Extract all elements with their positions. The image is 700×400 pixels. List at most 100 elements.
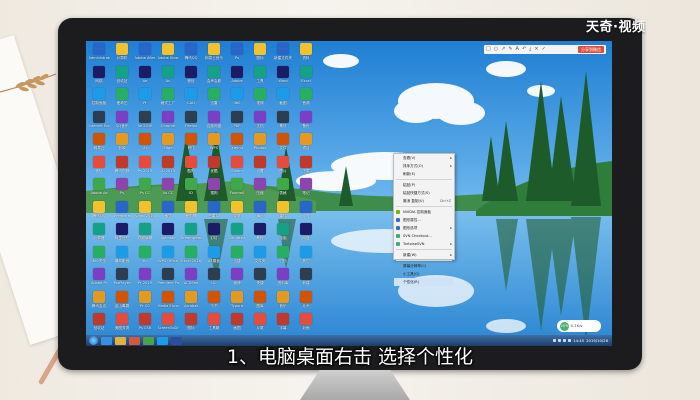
desktop-icon[interactable]: 腾讯会议: [88, 290, 110, 314]
desktop-icon[interactable]: 搜狗: [203, 178, 225, 201]
desktop-icon[interactable]: Firefox: [180, 110, 202, 134]
desktop-icon[interactable]: Adobe After Effects: [134, 43, 156, 66]
desktop-icon[interactable]: Animate: [157, 223, 179, 246]
context-menu-item[interactable]: NVIDIA 控制面板: [394, 208, 454, 216]
desktop-icon[interactable]: 迅捷: [226, 245, 248, 269]
desktop-icon[interactable]: Ae: [134, 65, 156, 89]
desktop-icon[interactable]: Au: [157, 65, 179, 89]
desktop-icon[interactable]: 视频: [249, 88, 271, 111]
desktop-icon[interactable]: 网易云: [88, 133, 110, 156]
desktop-icon[interactable]: 图片: [272, 155, 294, 179]
desktop-icon[interactable]: ACDSee: [180, 268, 202, 291]
desktop-icon[interactable]: Administrator: [88, 43, 110, 66]
desktop-icon[interactable]: Dreamweaver: [180, 223, 202, 246]
desktop-icon[interactable]: ScreenToGif: [157, 313, 179, 336]
context-menu-item[interactable]: 个性化(R): [394, 278, 454, 286]
desktop-icon[interactable]: Ps: [111, 178, 133, 201]
context-menu-item[interactable]: TortoiseSVN ▸: [394, 240, 454, 248]
desktop-icon[interactable]: Ps CS6: [134, 313, 156, 336]
context-menu-item[interactable]: SVN Checkout...: [394, 232, 454, 240]
desktop-icon[interactable]: 美图秀秀: [111, 313, 133, 336]
desktop-icon[interactable]: 网络: [88, 65, 110, 89]
desktop-icon[interactable]: 资料库: [272, 268, 294, 291]
desktop-icon[interactable]: 封面: [295, 313, 317, 336]
desktop-icon[interactable]: 网盘: [295, 223, 317, 246]
circle-tool-icon[interactable]: ○: [494, 45, 498, 54]
desktop-icon[interactable]: 文件: [272, 133, 294, 156]
desktop-icon[interactable]: UC: [203, 268, 225, 291]
desktop-icon[interactable]: 微信: [180, 65, 202, 89]
context-menu-item[interactable]: 查看(V) ▸: [394, 154, 454, 162]
desktop-icon[interactable]: 360: [226, 88, 248, 111]
desktop-icon[interactable]: 新建: [295, 268, 317, 291]
desktop-icon[interactable]: 音频: [295, 88, 317, 111]
desktop-icon[interactable]: Acrobat: [180, 290, 202, 314]
desktop-icon[interactable]: 爱剪辑: [180, 200, 202, 224]
context-menu-item[interactable]: 粘贴快捷方式(S): [394, 189, 454, 197]
save-icon[interactable]: ⤓: [529, 45, 531, 54]
desktop-icon[interactable]: 计算器: [88, 223, 110, 246]
desktop-icon[interactable]: QQ音乐: [111, 110, 133, 134]
desktop-icon[interactable]: 备份: [295, 110, 317, 134]
desktop-icon[interactable]: WPS: [203, 133, 225, 156]
desktop-icon[interactable]: 微博: [226, 268, 248, 291]
desktop-icon[interactable]: 回收站: [111, 65, 133, 89]
desktop-icon[interactable]: Xmind: [226, 133, 248, 156]
desktop-icon[interactable]: Adobe Pr: [88, 268, 110, 291]
desktop-icon[interactable]: 压缩: [249, 178, 271, 201]
desktop-icon[interactable]: Internet Explorer: [88, 110, 110, 134]
desktop-icon[interactable]: Typora: [226, 290, 248, 314]
desktop-icon[interactable]: 360安全: [88, 245, 110, 269]
desktop-icon[interactable]: 爱奇艺: [111, 88, 133, 111]
desktop-icon[interactable]: ID: [180, 178, 202, 201]
desktop-icon[interactable]: 片尾: [249, 313, 271, 336]
desktop-icon[interactable]: Camtasia: [226, 223, 248, 246]
desktop-icon[interactable]: 百度网盘: [203, 110, 225, 134]
desktop-icon[interactable]: PotPlayer: [111, 268, 133, 291]
desktop-icon[interactable]: 录屏: [226, 200, 248, 224]
context-menu-item[interactable]: 撤消 复制(U) Ctrl+Z: [394, 197, 454, 205]
desktop-icon[interactable]: 腾讯QQ: [180, 43, 202, 66]
desktop-icon[interactable]: 钉钉: [203, 223, 225, 246]
desktop-icon[interactable]: 微信: [88, 155, 110, 179]
context-menu-item[interactable]: 新建(W) ▸: [394, 251, 454, 259]
rect-tool-icon[interactable]: □: [486, 45, 491, 54]
speed-widget[interactable]: 25% 0.1K/s: [557, 320, 601, 332]
desktop-icon[interactable]: 素材: [272, 110, 294, 134]
context-menu-item[interactable]: 图形属性...: [394, 216, 454, 224]
desktop-icon[interactable]: 归档: [272, 245, 294, 269]
confirm-icon[interactable]: ✓: [542, 45, 546, 54]
desktop-icon[interactable]: Steam: [226, 155, 248, 179]
desktop-icon[interactable]: 电脑: [272, 223, 294, 246]
desktop-icon[interactable]: 飞书: [203, 290, 225, 314]
desktop-icon[interactable]: 工具箱: [203, 313, 225, 336]
undo-icon[interactable]: ↶: [522, 45, 526, 54]
desktop-icon[interactable]: Pr 2019: [134, 268, 156, 291]
desktop-icon[interactable]: Adobe Ae: [88, 178, 110, 201]
desktop-icon[interactable]: 音乐: [272, 290, 294, 314]
desktop-icon[interactable]: 回收站: [88, 313, 110, 336]
desktop-icon[interactable]: WPS Office: [157, 245, 179, 269]
desktop-icon[interactable]: Br: [134, 245, 156, 269]
desktop-icon[interactable]: 格式: [157, 200, 179, 224]
desktop-icon[interactable]: Au CC: [157, 178, 179, 201]
desktop-icon[interactable]: Ai 2019: [157, 155, 179, 179]
desktop-icon[interactable]: 快捷: [249, 268, 271, 291]
desktop-icon[interactable]: 截图: [272, 88, 294, 111]
desktop-icon[interactable]: 演示: [249, 200, 271, 224]
desktop-icon[interactable]: 阿里旺旺: [111, 223, 133, 246]
desktop-icon[interactable]: 腾讯QQ: [88, 200, 110, 224]
close-icon[interactable]: ×: [534, 45, 538, 54]
desktop-icon[interactable]: Excel: [295, 65, 317, 89]
desktop-icon[interactable]: 格式工厂: [157, 88, 179, 111]
desktop-icon[interactable]: 会声会影: [203, 65, 225, 89]
desktop-icon[interactable]: CAD: [180, 88, 202, 111]
arrow-tool-icon[interactable]: ↗: [501, 45, 505, 54]
desktop-icon[interactable]: 剪映: [111, 133, 133, 156]
desktop-icon[interactable]: 视频编辑: [134, 223, 156, 246]
desktop-icon[interactable]: Ps 2019: [134, 155, 156, 179]
desktop-icon[interactable]: 设置: [249, 155, 271, 179]
desktop-icon[interactable]: 文件夹: [249, 245, 271, 269]
context-menu-item[interactable]: 排序方式(O) ▸: [394, 162, 454, 170]
desktop-icon[interactable]: 画图: [226, 313, 248, 336]
